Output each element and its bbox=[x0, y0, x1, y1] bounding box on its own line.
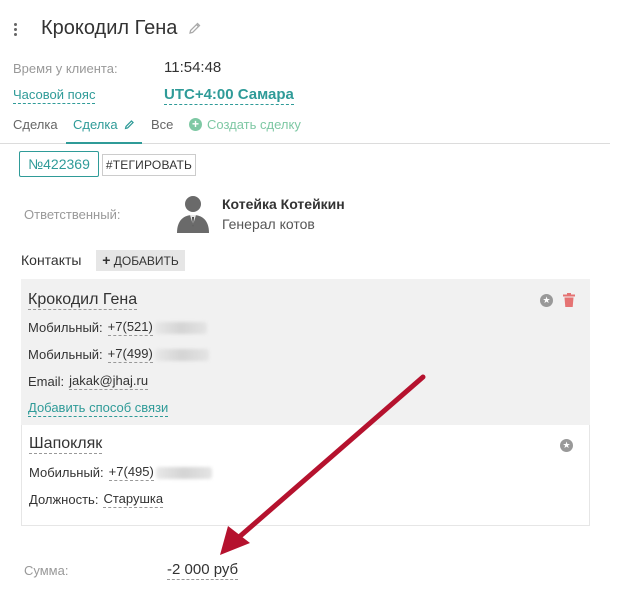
sum-label: Сумма: bbox=[24, 563, 69, 578]
avatar bbox=[177, 196, 209, 233]
contact-email-row: Email: jakak@jhaj.ru bbox=[28, 373, 149, 390]
contact-card: Крокодил Гена ★ Мобильный: +7(521) Мобил… bbox=[21, 279, 590, 425]
contact-phone-row: Мобильный: +7(521) bbox=[28, 319, 207, 336]
field-label: Мобильный: bbox=[29, 465, 104, 480]
add-contact-label: ДОБАВИТЬ bbox=[113, 254, 179, 268]
contacts-heading: Контакты bbox=[21, 252, 82, 268]
create-deal-label: Создать сделку bbox=[207, 117, 301, 132]
client-time-label: Время у клиента: bbox=[13, 61, 118, 76]
add-contact-method-link[interactable]: Добавить способ связи bbox=[28, 400, 169, 417]
field-label: Мобильный: bbox=[28, 347, 103, 362]
contact-position-row: Должность: Старушка bbox=[29, 491, 164, 508]
star-icon[interactable]: ★ bbox=[540, 294, 553, 307]
deal-number-badge[interactable]: №422369 bbox=[19, 151, 99, 177]
page-title: Крокодил Гена bbox=[41, 17, 178, 39]
field-label: Должность: bbox=[29, 492, 99, 507]
contact-name[interactable]: Крокодил Гена bbox=[28, 290, 138, 310]
contact-name[interactable]: Шапокляк bbox=[29, 434, 103, 454]
deal-tabs: Сделка Сделка Все + Создать сделку bbox=[0, 112, 610, 144]
tab-deal[interactable]: Сделка bbox=[13, 117, 58, 132]
email-value[interactable]: jakak@jhaj.ru bbox=[69, 373, 149, 390]
responsible-name[interactable]: Котейка Котейкин bbox=[222, 196, 345, 212]
contact-card: Шапокляк ★ Мобильный: +7(495) Должность:… bbox=[21, 425, 590, 526]
phone-value[interactable]: +7(499) bbox=[107, 346, 153, 363]
phone-value[interactable]: +7(495) bbox=[108, 464, 154, 481]
edit-pencil-icon[interactable] bbox=[188, 21, 202, 35]
edit-pencil-icon[interactable] bbox=[124, 119, 135, 130]
more-menu-icon[interactable] bbox=[13, 23, 19, 37]
position-value[interactable]: Старушка bbox=[103, 491, 164, 508]
star-icon[interactable]: ★ bbox=[560, 439, 573, 452]
responsible-label: Ответственный: bbox=[24, 207, 121, 222]
tab-all[interactable]: Все bbox=[151, 117, 173, 132]
timezone-label[interactable]: Часовой пояс bbox=[13, 87, 96, 104]
create-deal-button[interactable]: + Создать сделку bbox=[189, 117, 301, 132]
field-label: Мобильный: bbox=[28, 320, 103, 335]
blurred-digits bbox=[155, 466, 212, 479]
blurred-digits bbox=[154, 348, 209, 361]
tag-button[interactable]: #ТЕГИРОВАТЬ bbox=[102, 154, 196, 176]
tab-deal-active-label: Сделка bbox=[73, 117, 118, 132]
plus-circle-icon: + bbox=[189, 118, 202, 131]
timezone-value[interactable]: UTC+4:00 Самара bbox=[164, 86, 294, 105]
field-label: Email: bbox=[28, 374, 65, 389]
contact-phone-row: Мобильный: +7(499) bbox=[28, 346, 209, 363]
add-contact-button[interactable]: + ДОБАВИТЬ bbox=[96, 250, 185, 271]
trash-icon[interactable] bbox=[563, 293, 575, 307]
plus-icon: + bbox=[102, 252, 111, 268]
client-time-value: 11:54:48 bbox=[164, 59, 222, 76]
contact-phone-row: Мобильный: +7(495) bbox=[29, 464, 212, 481]
blurred-digits bbox=[154, 321, 207, 334]
phone-value[interactable]: +7(521) bbox=[107, 319, 153, 336]
responsible-role: Генерал котов bbox=[222, 216, 315, 232]
tab-deal-active[interactable]: Сделка bbox=[66, 117, 142, 144]
sum-value[interactable]: -2 000 руб bbox=[167, 561, 239, 580]
